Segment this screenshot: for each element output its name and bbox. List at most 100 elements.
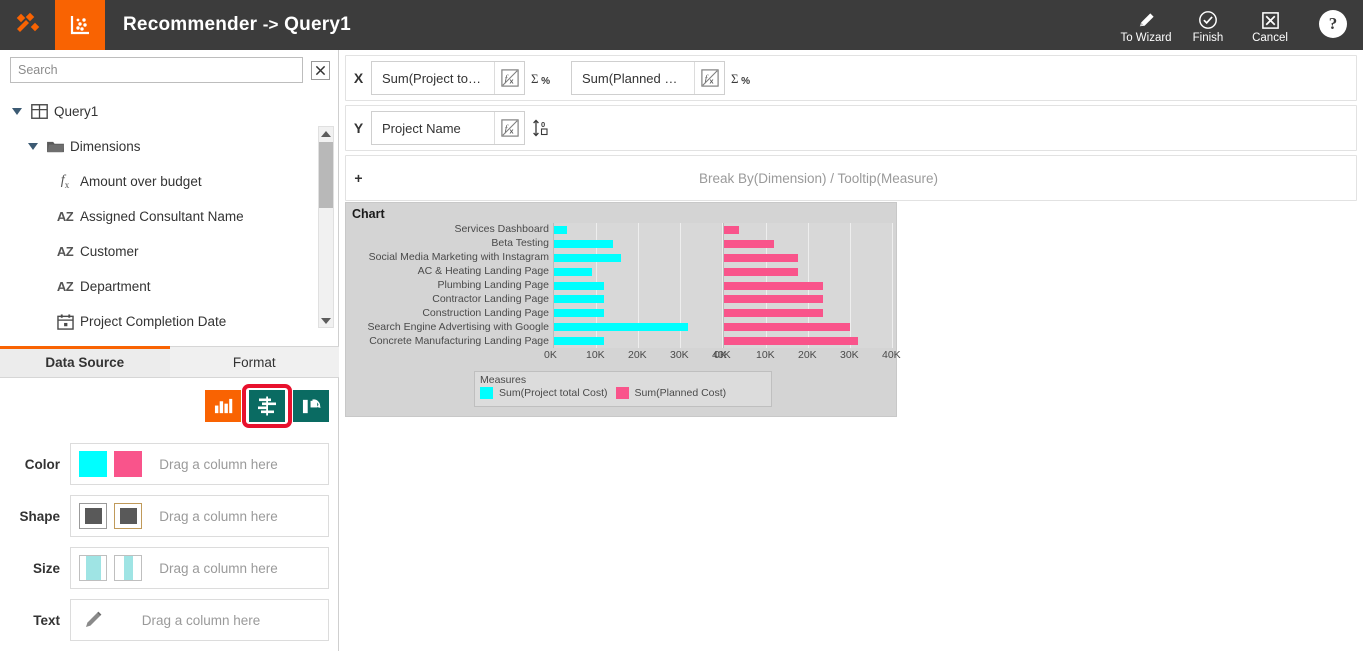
chart-gridline [892,223,893,348]
left-sidebar: Query1 Dimensions fx Amount over budget [0,50,339,651]
expand-caret-icon[interactable] [8,108,26,115]
cancel-label: Cancel [1252,32,1288,44]
page-title: Recommender -> Query1 [123,14,351,36]
chart-bar [554,267,592,276]
scroll-up-arrow-icon[interactable] [319,127,333,141]
chart-gridline [850,223,851,348]
bar-chart-vis-button[interactable] [205,390,241,422]
text-drop-placeholder: Drag a column here [141,612,261,628]
tree-item-customer[interactable]: AZ Customer [0,234,338,269]
chart-bar [724,267,798,276]
table-icon [26,104,52,119]
legend-label-1: Sum(Planned Cost) [634,387,727,399]
color-drop-zone[interactable]: Drag a column here [70,443,329,485]
chart-bar [554,295,605,304]
rotate-chart-icon [302,398,321,413]
encoding-label-size: Size [32,560,60,576]
chart-bar [724,323,850,332]
x-shelf[interactable]: X Sum(Project total Co... f x [345,55,1357,101]
chart-bar [554,323,689,332]
rotate-chart-vis-button[interactable] [293,390,329,422]
chart-category-label: Social Media Marketing with Instagram [368,251,549,264]
x-box-icon [1261,9,1280,31]
tab-data-source[interactable]: Data Source [0,346,170,377]
color-swatch-pink[interactable] [114,451,142,477]
to-wizard-button[interactable]: To Wizard [1115,0,1177,50]
x-field-pill-1[interactable]: Sum(Project total Co... f x [371,61,525,95]
tree-item-query1[interactable]: Query1 [0,94,338,129]
main-canvas: X Sum(Project total Co... f x [339,50,1363,651]
tree-item-department[interactable]: AZ Department [0,269,338,304]
encoding-row-size: Size Drag a column here [0,542,339,594]
legend-swatch-1 [615,387,629,399]
legend-label-0: Sum(Project total Cost) [499,387,608,399]
chart-bar [554,239,613,248]
cancel-button[interactable]: Cancel [1239,0,1301,50]
breakby-placeholder: Break By(Dimension) / Tooltip(Measure) [698,170,939,186]
tree-item-assigned-consultant-name[interactable]: AZ Assigned Consultant Name [0,199,338,234]
tree-item-label: Customer [80,244,139,259]
shape-drop-placeholder: Drag a column here [159,508,278,524]
to-wizard-label: To Wizard [1120,32,1172,44]
folder-icon [42,139,68,154]
app-logo[interactable] [0,0,55,50]
chart-x-tick: 10K [756,349,775,361]
search-row [0,50,338,89]
calendar-icon [52,313,78,330]
color-swatch-cyan[interactable] [79,451,107,477]
text-az-icon: AZ [56,244,74,259]
shape-swatch-square-1[interactable] [79,503,107,529]
size-drop-placeholder: Drag a column here [159,560,278,576]
shape-drop-zone[interactable]: Drag a column here [70,495,329,537]
chart-bar [724,337,859,346]
encoding-label-text: Text [33,612,60,628]
page-title-query: Query1 [284,14,351,35]
sidebar-tabs: Data Source Format [0,346,339,378]
chart-preview-panel[interactable]: Chart Services Dashboard Beta Testing Soci… [345,202,901,417]
sum-percent-icon[interactable]: Σ % [525,70,559,87]
size-swatch-wide[interactable] [79,555,107,581]
text-drop-zone[interactable]: Drag a column here [70,599,329,641]
diverging-bar-vis-button[interactable] [242,384,292,428]
chart-category-label: Services Dashboard [454,223,549,236]
chart-plot-area [553,223,893,348]
tree-item-dimensions[interactable]: Dimensions [0,129,338,164]
tools-logo-icon [16,12,39,32]
fx-slash-icon[interactable]: f x [694,62,724,94]
chart-category-label: Beta Testing [491,237,549,250]
x-field-label-2: Sum(Planned Cost) [582,70,694,86]
size-drop-zone[interactable]: Drag a column here [70,547,329,589]
expand-caret-icon[interactable] [24,143,42,150]
pencil-icon [79,610,107,630]
tab-format[interactable]: Format [169,347,339,377]
tree-item-label: Department [80,279,151,294]
chart-category-label: Search Engine Advertising with Google [367,320,549,333]
sort-icon[interactable]: 0 [525,119,559,137]
finish-button[interactable]: Finish [1177,0,1239,50]
x-field-pill-2[interactable]: Sum(Planned Cost) f x [571,61,725,95]
shape-swatch-square-2[interactable] [114,503,142,529]
y-field-pill-1[interactable]: Project Name f x [371,111,525,145]
chart-bar [554,337,605,346]
text-az-icon: AZ [56,279,74,294]
size-swatch-narrow[interactable] [114,555,142,581]
chart-panel-left [553,223,723,348]
tree-item-label: Query1 [54,104,99,119]
sum-percent-icon[interactable]: Σ % [725,70,759,87]
y-shelf[interactable]: Y Project Name f x 0 [345,105,1357,151]
encoding-row-color: Color Drag a column here [0,438,339,490]
finish-label: Finish [1192,32,1224,44]
help-button[interactable]: ? [1319,10,1347,38]
scroll-down-arrow-icon[interactable] [319,314,333,328]
tree-item-project-completion-date[interactable]: Project Completion Date [0,304,338,332]
breakby-shelf[interactable]: + Break By(Dimension) / Tooltip(Measure) [345,155,1357,201]
fx-slash-icon[interactable]: f x [494,112,524,144]
chart-bar [724,281,823,290]
tree-item-amount-over-budget[interactable]: fx Amount over budget [0,164,338,199]
clear-search-button[interactable] [311,60,330,80]
fx-slash-icon[interactable]: f x [494,62,524,94]
bar-chart-icon [214,398,232,413]
header-actions: To Wizard Finish Cancel ? [1115,0,1363,50]
sidebar-scrollbar-thumb[interactable] [319,142,333,208]
search-input[interactable] [10,57,303,83]
